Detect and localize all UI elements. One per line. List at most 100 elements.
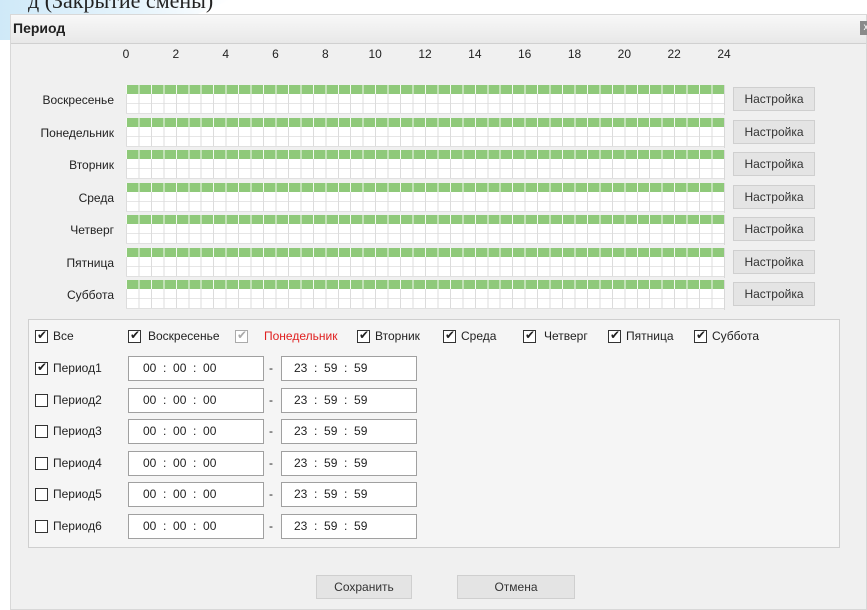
timeline-grid [126, 224, 724, 244]
day-setup-button[interactable]: Настройка [733, 152, 815, 176]
timeline-grid [126, 256, 724, 277]
hour-tick-label: 22 [667, 47, 681, 61]
hour-tick-label: 0 [122, 47, 130, 61]
day-timeline[interactable] [126, 150, 725, 180]
day-timeline[interactable] [126, 117, 725, 148]
period-start-time-input[interactable]: 00 : 00 : 00 [128, 356, 264, 381]
timeline-grid [126, 191, 724, 212]
period-label: Период5 [53, 487, 102, 501]
day-checkbox[interactable] [357, 328, 370, 343]
cancel-button[interactable]: Отмена [457, 575, 575, 599]
timeline-grid [126, 289, 724, 309]
day-setup-button[interactable]: Настройка [733, 87, 815, 111]
timeline-grid [126, 126, 724, 147]
day-timeline[interactable] [126, 280, 725, 310]
period-end-time-input[interactable]: 23 : 59 : 59 [281, 387, 417, 413]
period-start-time-input[interactable]: 00 : 00 : 00 [128, 450, 264, 476]
day-label: Среда [78, 190, 114, 205]
day-checkbox[interactable] [128, 328, 141, 343]
period-label: Период1 [53, 361, 102, 375]
day-checkbox[interactable] [694, 328, 707, 343]
period-end-time-input[interactable]: 23 : 59 : 59 [281, 419, 417, 444]
background-page-title: д (Закрытие смены) [28, 0, 214, 13]
hour-tick-label: 6 [272, 47, 279, 61]
period-label: Период6 [53, 518, 102, 533]
timeline-grid [126, 159, 724, 179]
period-checkbox[interactable] [35, 393, 48, 407]
day-checkbox-label: Понедельник [264, 329, 338, 343]
day-timeline[interactable] [126, 182, 725, 213]
period-end-time-input[interactable]: 23 : 59 : 59 [281, 356, 417, 381]
day-checkbox-label: Среда [461, 329, 497, 343]
period-separator: - [269, 392, 273, 407]
day-checkbox-label: Пятница [626, 329, 674, 343]
day-checkbox-label: Воскресенье [148, 329, 220, 343]
hour-dividers [126, 150, 724, 159]
day-timeline[interactable] [126, 247, 725, 278]
hour-tick-label: 12 [418, 47, 432, 61]
day-checkbox-label: Четверг [544, 329, 588, 343]
period-checkbox[interactable] [35, 360, 48, 375]
day-setup-button[interactable]: Настройка [733, 217, 815, 241]
select-all-checkbox[interactable] [35, 328, 48, 343]
period-checkbox[interactable] [35, 488, 48, 501]
day-checkbox[interactable] [443, 328, 456, 343]
hour-dividers [126, 85, 724, 94]
day-setup-button[interactable]: Настройка [733, 249, 815, 274]
timeline-grid [126, 94, 724, 114]
hour-dividers [126, 215, 724, 224]
period-start-time-input[interactable]: 00 : 00 : 00 [128, 513, 264, 539]
period-separator: - [269, 424, 273, 438]
hour-tick-label: 10 [368, 47, 382, 61]
period-separator: - [269, 518, 273, 533]
hour-tick-label: 8 [321, 47, 329, 61]
day-label: Воскресенье [42, 93, 114, 107]
hour-tick-label: 18 [567, 47, 582, 61]
dialog-titlebar: Период x [11, 15, 867, 44]
hour-dividers [126, 280, 724, 289]
period-separator: - [269, 487, 273, 501]
day-checkbox-label: Вторник [375, 329, 420, 343]
day-setup-button[interactable]: Настройка [733, 184, 815, 209]
day-label: Пятница [66, 255, 115, 270]
hour-dividers [126, 247, 724, 257]
hour-tick-label: 16 [517, 47, 532, 61]
day-setup-button[interactable]: Настройка [733, 119, 815, 144]
hour-tick-label: 2 [172, 47, 180, 61]
period-checkbox[interactable] [35, 456, 48, 470]
period-start-time-input[interactable]: 00 : 00 : 00 [128, 387, 264, 413]
period-end-time-input[interactable]: 23 : 59 : 59 [281, 482, 417, 507]
day-timeline[interactable] [126, 215, 725, 245]
hour-dividers [126, 117, 724, 127]
hour-tick-label: 20 [617, 47, 631, 61]
period-label: Период3 [53, 424, 102, 438]
close-icon[interactable]: x [860, 21, 867, 35]
period-label: Период4 [53, 455, 102, 470]
dialog-title: Период [13, 20, 66, 36]
period-checkbox[interactable] [35, 519, 48, 533]
day-timeline[interactable] [126, 85, 725, 115]
day-checkbox[interactable] [523, 328, 536, 343]
hour-tick-label: 14 [468, 47, 482, 61]
period-end-time-input[interactable]: 23 : 59 : 59 [281, 513, 417, 539]
save-button[interactable]: Сохранить [316, 575, 412, 599]
period-end-time-input[interactable]: 23 : 59 : 59 [281, 450, 417, 476]
hour-dividers [126, 182, 724, 192]
hour-tick-label: 24 [717, 47, 731, 61]
hour-tick-label: 4 [222, 47, 229, 61]
day-label: Четверг [70, 223, 114, 237]
period-checkbox[interactable] [35, 425, 48, 438]
period-separator: - [269, 361, 273, 375]
day-checkbox[interactable] [608, 328, 621, 343]
period-start-time-input[interactable]: 00 : 00 : 00 [128, 419, 264, 444]
day-checkbox[interactable] [235, 328, 248, 343]
day-setup-button[interactable]: Настройка [733, 282, 815, 306]
day-label: Понедельник [40, 125, 114, 140]
day-checkbox-label: Суббота [712, 329, 759, 343]
day-label: Суббота [67, 288, 114, 302]
day-label: Вторник [69, 158, 114, 172]
day-checkbox-label: Все [53, 329, 74, 343]
period-label: Период2 [53, 392, 102, 407]
period-separator: - [269, 455, 273, 470]
period-start-time-input[interactable]: 00 : 00 : 00 [128, 482, 264, 507]
